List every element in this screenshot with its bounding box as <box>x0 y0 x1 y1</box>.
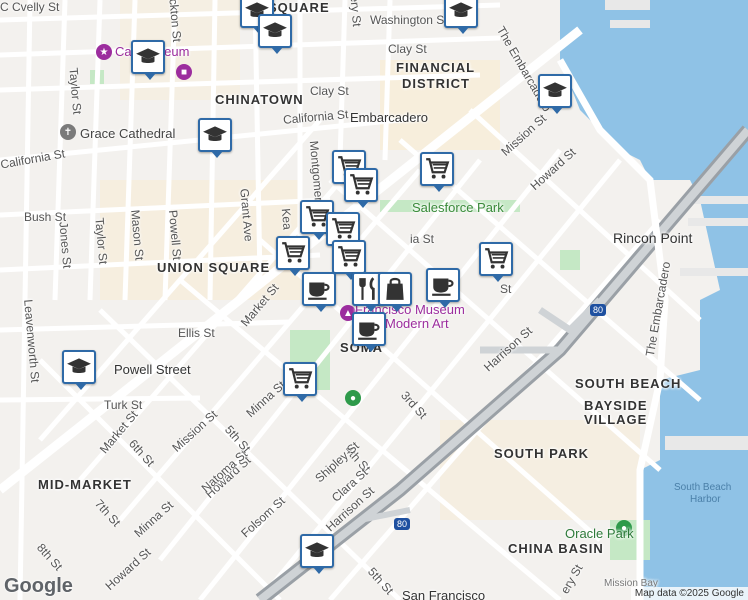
cart-marker[interactable] <box>479 242 513 282</box>
shopping-cart-icon <box>289 368 313 389</box>
coffee-marker[interactable] <box>302 272 336 312</box>
coffee-cup-icon <box>432 278 454 296</box>
cart-marker[interactable] <box>344 168 378 208</box>
shopping-cart-icon <box>485 248 509 269</box>
cart-marker[interactable] <box>283 362 317 402</box>
cart-marker[interactable] <box>276 236 310 276</box>
museum-icon[interactable]: ★ <box>96 44 112 60</box>
cart-marker[interactable] <box>420 152 454 192</box>
graduation-cap-icon <box>136 48 160 63</box>
church-icon[interactable]: ✝ <box>60 124 76 140</box>
shopping-cart-icon <box>426 158 450 179</box>
graduation-cap-icon <box>543 82 567 97</box>
school-marker[interactable] <box>198 118 232 158</box>
stadium-icon[interactable]: ● <box>616 520 632 536</box>
map-attribution: Map data ©2025 Google <box>630 587 748 600</box>
coffee-cup-icon <box>308 282 330 300</box>
camera-icon[interactable]: ■ <box>176 64 192 80</box>
coffee-cup-icon <box>358 322 380 340</box>
graduation-cap-icon <box>67 358 91 373</box>
graduation-cap-icon <box>203 126 227 141</box>
graduation-cap-icon <box>305 542 329 557</box>
school-marker[interactable] <box>300 534 334 574</box>
school-marker[interactable] <box>62 350 96 390</box>
shopping-bag-marker[interactable] <box>378 272 412 312</box>
shopping-cart-icon <box>282 242 306 263</box>
coffee-marker[interactable] <box>352 312 386 352</box>
shopping-cart-icon <box>350 174 374 195</box>
google-logo: Google <box>4 575 73 597</box>
coffee-marker[interactable] <box>426 268 460 308</box>
school-marker[interactable] <box>538 74 572 114</box>
graduation-cap-icon <box>449 2 473 17</box>
shopping-bag-icon <box>386 277 404 300</box>
graduation-cap-icon <box>263 22 287 37</box>
cart-marker[interactable] <box>332 240 366 280</box>
school-marker[interactable] <box>444 0 478 34</box>
shopping-cart-icon <box>338 246 362 267</box>
park-icon[interactable]: ● <box>345 390 361 406</box>
school-marker[interactable] <box>258 14 292 54</box>
map-canvas[interactable]: 80 80 CHINATOWN FINANCIAL DISTRICT UNION… <box>0 0 748 600</box>
school-marker[interactable] <box>131 40 165 80</box>
shopping-cart-icon <box>332 218 356 239</box>
